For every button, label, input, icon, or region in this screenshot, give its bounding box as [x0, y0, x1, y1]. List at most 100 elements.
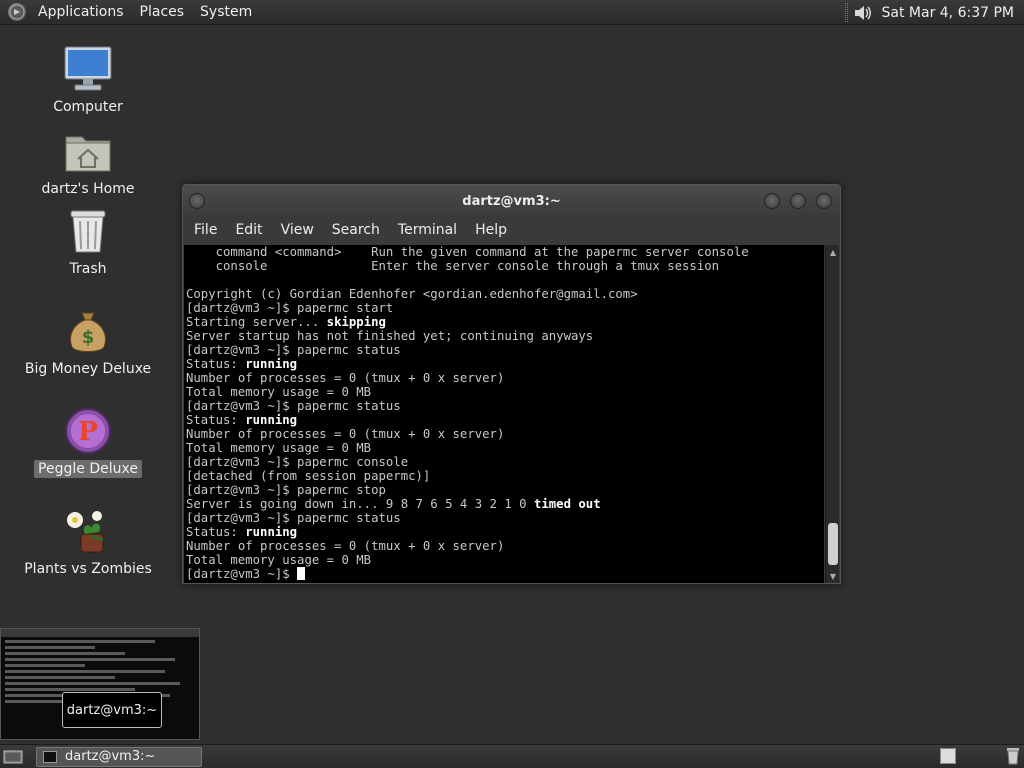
terminal-text: Server startup has not finished yet; con… — [186, 329, 594, 343]
window-menu-button[interactable] — [189, 193, 205, 209]
places-menu[interactable]: Places — [132, 4, 193, 20]
preview-line — [5, 676, 115, 679]
terminal-text: Copyright (c) Gordian Edenhofer <gordian… — [186, 287, 638, 301]
scrollbar-thumb[interactable] — [828, 523, 838, 565]
terminal-text: Number of processes = 0 (tmux + 0 x serv… — [186, 427, 505, 441]
terminal-text: Total memory usage = 0 MB — [186, 441, 372, 455]
desktop-icon-home[interactable]: dartz's Home — [28, 126, 148, 198]
terminal-line: Status: running — [186, 413, 824, 427]
terminal-text: [dartz@vm3 ~]$ papermc status — [186, 511, 401, 525]
preview-line — [5, 688, 135, 691]
speaker-icon[interactable] — [852, 2, 874, 24]
maximize-button[interactable] — [790, 193, 806, 209]
preview-line — [5, 682, 180, 685]
plants-vs-zombies-icon — [63, 506, 113, 556]
terminal-text: Status: — [186, 357, 246, 371]
terminal-line: Total memory usage = 0 MB — [186, 553, 824, 567]
distro-logo-icon[interactable] — [8, 3, 26, 21]
terminal-text: [dartz@vm3 ~]$ papermc start — [186, 301, 394, 315]
menu-file[interactable]: File — [185, 222, 226, 238]
terminal-bold-text: running — [245, 525, 298, 539]
preview-menubar — [1, 629, 199, 637]
preview-tooltip: dartz@vm3:~ — [62, 692, 162, 728]
terminal-icon — [43, 750, 57, 763]
preview-line — [5, 646, 95, 649]
desktop-icon-plants-vs-zombies[interactable]: Plants vs Zombies — [24, 506, 152, 578]
show-desktop-icon[interactable] — [2, 748, 24, 766]
terminal-line: command <command> Run the given command … — [186, 245, 824, 259]
desktop-icon-label: Big Money Deluxe — [24, 361, 152, 377]
terminal-line: [dartz@vm3 ~]$ papermc status — [186, 343, 824, 357]
terminal-line: Number of processes = 0 (tmux + 0 x serv… — [186, 539, 824, 553]
terminal-line: [dartz@vm3 ~]$ papermc console — [186, 455, 824, 469]
menu-search[interactable]: Search — [323, 222, 389, 238]
workspace-switcher[interactable] — [940, 748, 956, 764]
terminal-text: Starting server... — [186, 315, 327, 329]
desktop-icon-label: Peggle Deluxe — [34, 460, 142, 478]
terminal-text: command <command> Run the given command … — [186, 245, 749, 259]
terminal-line: console Enter the server console through… — [186, 259, 824, 273]
menu-view[interactable]: View — [272, 222, 323, 238]
top-panel: Applications Places System Sat Mar 4, 6:… — [0, 0, 1024, 25]
taskbar-button-terminal[interactable]: dartz@vm3:~ — [36, 746, 202, 767]
desktop-icon-label: dartz's Home — [41, 181, 135, 197]
panel-handle[interactable] — [844, 3, 848, 22]
desktop-icon-label: Plants vs Zombies — [24, 561, 152, 577]
desktop-icon-big-money[interactable]: $ Big Money Deluxe — [25, 306, 151, 378]
trash-applet-icon[interactable] — [1006, 747, 1020, 765]
scroll-down-arrow-icon[interactable]: ▼ — [826, 569, 840, 583]
terminal-line: Copyright (c) Gordian Edenhofer <gordian… — [186, 287, 824, 301]
terminal-scrollbar[interactable]: ▲ ▼ — [825, 245, 839, 583]
terminal-lines: command <command> Run the given command … — [184, 245, 824, 581]
desktop-icon-trash[interactable]: Trash — [28, 206, 148, 278]
monitor-icon — [63, 44, 113, 94]
window-titlebar[interactable]: dartz@vm3:~ — [183, 185, 840, 217]
terminal-line: Server is going down in... 9 8 7 6 5 4 3… — [186, 497, 824, 511]
terminal-line: [dartz@vm3 ~]$ papermc status — [186, 399, 824, 413]
svg-text:P: P — [78, 417, 98, 447]
close-button[interactable] — [816, 193, 832, 209]
terminal-window[interactable]: dartz@vm3:~ File Edit View Search Termin… — [182, 184, 841, 584]
terminal-text: console Enter the server console through… — [186, 259, 720, 273]
terminal-line: Status: running — [186, 357, 824, 371]
peggle-icon: P — [63, 406, 113, 456]
terminal-text: Server is going down in... 9 8 7 6 5 4 3… — [186, 497, 534, 511]
terminal-output[interactable]: command <command> Run the given command … — [184, 245, 824, 583]
terminal-text: [detached (from session papermc)] — [186, 469, 431, 483]
preview-line — [5, 664, 85, 667]
terminal-line: Status: running — [186, 525, 824, 539]
terminal-text: [dartz@vm3 ~]$ papermc console — [186, 455, 409, 469]
svg-text:$: $ — [82, 327, 95, 348]
preview-line — [5, 670, 165, 673]
preview-line — [5, 652, 125, 655]
terminal-text: Number of processes = 0 (tmux + 0 x serv… — [186, 539, 505, 553]
desktop-icon-peggle[interactable]: P Peggle Deluxe — [28, 406, 148, 478]
desktop-icon-computer[interactable]: Computer — [28, 44, 148, 116]
minimize-button[interactable] — [764, 193, 780, 209]
terminal-line: [dartz@vm3 ~]$ — [186, 567, 824, 581]
scroll-up-arrow-icon[interactable]: ▲ — [826, 245, 840, 259]
terminal-line: [dartz@vm3 ~]$ papermc start — [186, 301, 824, 315]
menu-edit[interactable]: Edit — [226, 222, 271, 238]
clock[interactable]: Sat Mar 4, 6:37 PM — [882, 5, 1024, 21]
terminal-line: [dartz@vm3 ~]$ papermc stop — [186, 483, 824, 497]
terminal-text: Status: — [186, 413, 246, 427]
menu-terminal[interactable]: Terminal — [389, 222, 466, 238]
applications-menu[interactable]: Applications — [30, 4, 132, 20]
preview-line — [5, 658, 175, 661]
terminal-text: [dartz@vm3 ~]$ papermc status — [186, 399, 401, 413]
terminal-line: Number of processes = 0 (tmux + 0 x serv… — [186, 371, 824, 385]
terminal-bold-text: timed out — [533, 497, 601, 511]
terminal-text: Number of processes = 0 (tmux + 0 x serv… — [186, 371, 505, 385]
terminal-text: Total memory usage = 0 MB — [186, 385, 372, 399]
trash-icon — [63, 206, 113, 256]
terminal-text: Total memory usage = 0 MB — [186, 553, 372, 567]
terminal-cursor — [297, 567, 306, 580]
desktop-icon-label: Computer — [53, 99, 123, 115]
system-menu[interactable]: System — [192, 4, 260, 20]
terminal-text: Status: — [186, 525, 246, 539]
menu-help[interactable]: Help — [466, 222, 516, 238]
terminal-text: [dartz@vm3 ~]$ papermc status — [186, 343, 401, 357]
taskbar-button-label: dartz@vm3:~ — [65, 749, 156, 764]
